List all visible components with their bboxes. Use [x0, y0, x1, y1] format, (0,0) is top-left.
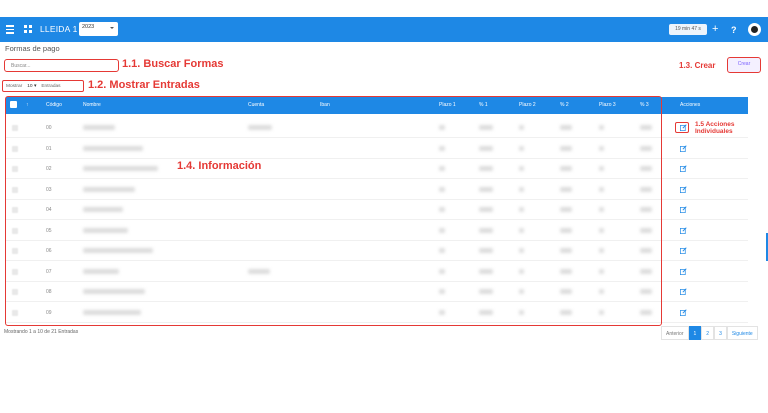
actions-highlight-frame [675, 122, 689, 133]
edit-icon[interactable] [680, 206, 687, 213]
annotation-actions-line2: Individuales [695, 128, 733, 135]
show-label: Mostrar [6, 83, 23, 89]
create-button[interactable]: Crear [727, 57, 761, 73]
entries-value: 10 [27, 83, 33, 89]
annotation-actions-line1: 1.5 Acciones [695, 121, 735, 128]
annotation-actions: 1.5 Acciones Individuales [695, 121, 735, 135]
search-input[interactable]: Buscar... [4, 59, 119, 72]
company-name[interactable]: LLEIDA 1 [40, 24, 78, 34]
plus-icon[interactable]: + [712, 22, 718, 36]
session-timer: 19 min 47 s [669, 24, 707, 35]
entries-select[interactable]: 10 ▾ [25, 84, 38, 89]
prev-page-button[interactable]: Anterior [661, 326, 689, 340]
page-button-1[interactable]: 1 [688, 326, 702, 340]
edit-icon[interactable] [680, 247, 687, 254]
edit-icon[interactable] [680, 288, 687, 295]
year-select[interactable]: 2023 [79, 22, 118, 36]
edit-icon[interactable] [680, 144, 687, 152]
year-value: 2023 [82, 24, 95, 30]
top-navbar: LLEIDA 1 2023 19 min 47 s + ? [0, 17, 768, 42]
annotation-show-entries: 1.2. Mostrar Entradas [88, 79, 200, 91]
page-title: Formas de pago [5, 44, 60, 53]
edit-icon[interactable] [680, 226, 687, 234]
next-page-button[interactable]: Siguiente [726, 326, 758, 340]
help-icon[interactable]: ? [731, 23, 737, 37]
hamburger-menu-icon[interactable] [6, 23, 14, 35]
page-button-2[interactable]: 2 [701, 326, 715, 340]
pagination: Anterior 1 2 3 Siguiente [661, 326, 758, 340]
user-avatar[interactable] [748, 23, 761, 36]
show-entries-control: Mostrar 10 ▾ Entradas [2, 80, 84, 92]
annotation-search: 1.1. Buscar Formas [122, 58, 224, 70]
edit-icon[interactable] [680, 165, 687, 172]
page-button-3[interactable]: 3 [714, 326, 727, 340]
table-info: Mostrando 1 a 10 de 21 Entradas [4, 329, 79, 335]
annotation-info: 1.4. Información [177, 160, 262, 172]
edit-icon[interactable] [680, 267, 687, 275]
apps-grid-icon[interactable] [24, 25, 32, 33]
edit-icon[interactable] [680, 308, 687, 316]
annotation-create: 1.3. Crear [679, 61, 716, 70]
edit-icon[interactable] [680, 185, 687, 193]
info-highlight-frame [5, 96, 662, 326]
column-header-acciones: Acciones [680, 102, 701, 108]
chevron-down-icon [110, 27, 114, 29]
entries-label: Entradas [41, 83, 61, 89]
